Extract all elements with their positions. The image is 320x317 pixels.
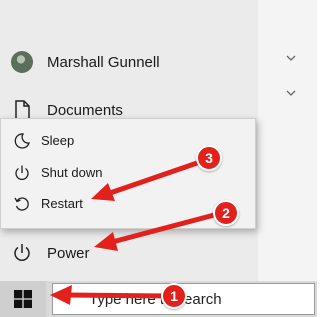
user-avatar <box>11 51 33 73</box>
documents-label: Documents <box>47 101 123 119</box>
user-name-label: Marshall Gunnell <box>47 53 160 71</box>
chevron-down-icon[interactable] <box>284 51 298 65</box>
restart-label: Restart <box>41 196 83 211</box>
annotation-badge-1: 1 <box>161 283 187 309</box>
start-button[interactable] <box>0 281 46 317</box>
windows-logo-icon <box>14 290 32 308</box>
restart-icon <box>14 197 29 211</box>
power-label: Power <box>47 244 90 262</box>
annotation-badge-3: 3 <box>196 145 222 171</box>
search-placeholder: Type here to search <box>89 291 222 308</box>
sleep-label: Sleep <box>41 133 75 148</box>
moon-icon <box>14 133 30 149</box>
tiles-pane <box>258 0 317 281</box>
taskbar: Type here to search <box>0 281 317 317</box>
power-item[interactable]: Power <box>0 233 258 273</box>
annotation-badge-2: 2 <box>213 200 239 226</box>
user-account-item[interactable]: Marshall Gunnell <box>0 42 258 82</box>
chevron-down-icon[interactable] <box>284 86 298 100</box>
power-icon <box>14 244 30 261</box>
shut-down-label: Shut down <box>41 165 103 180</box>
power-icon <box>15 165 29 180</box>
